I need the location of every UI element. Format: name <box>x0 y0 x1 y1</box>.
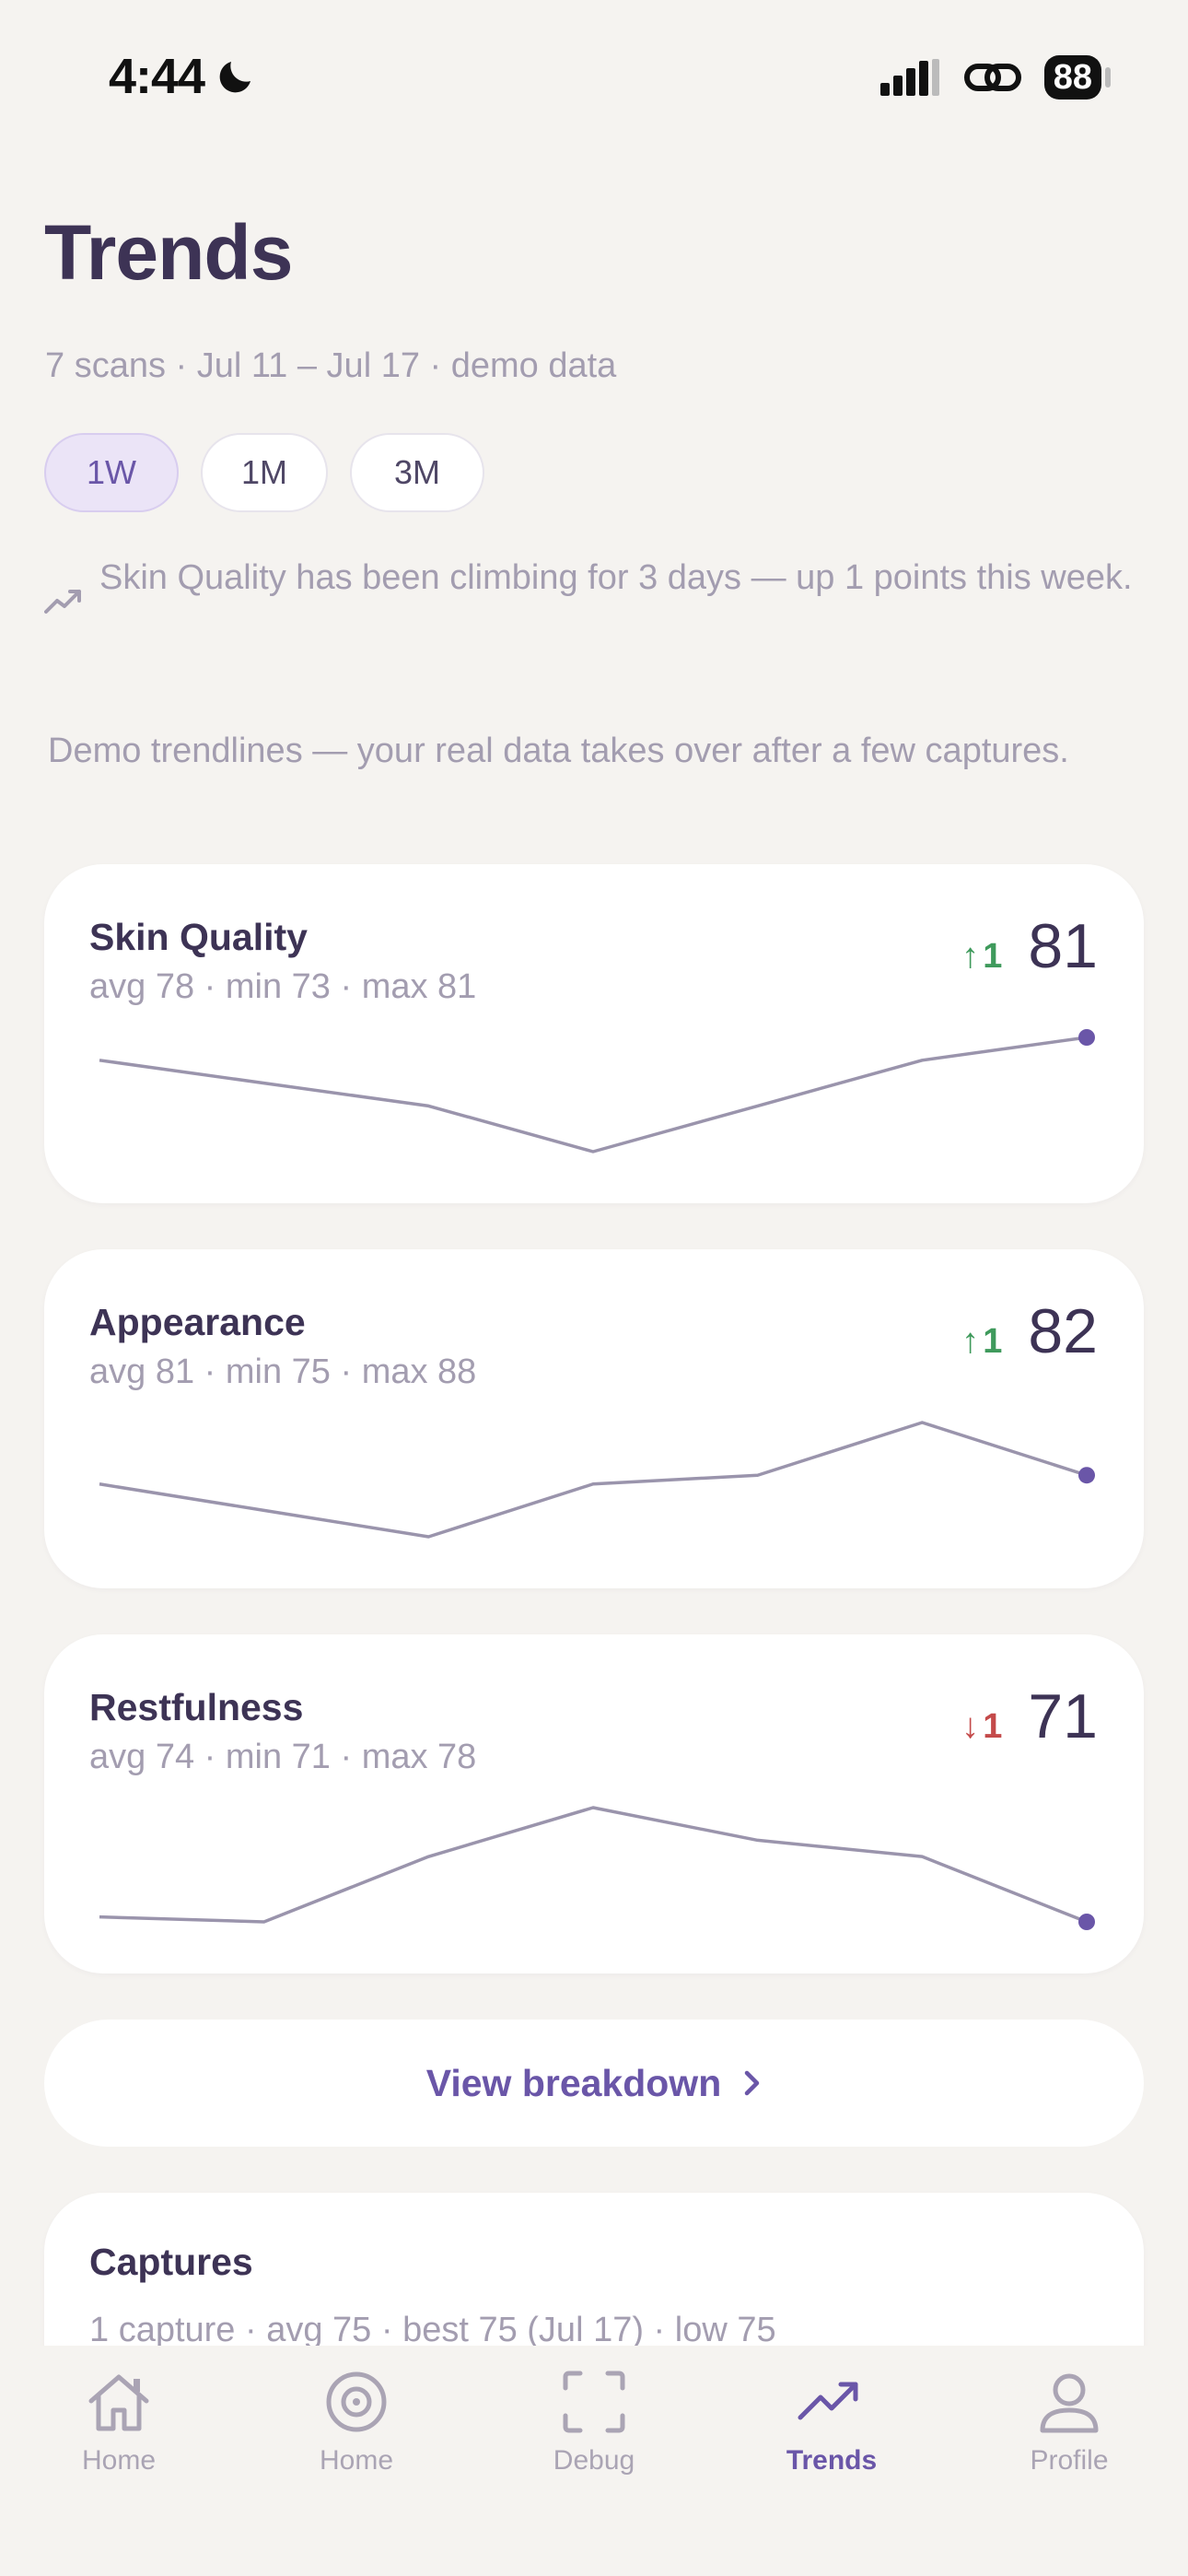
moon-icon <box>219 62 251 93</box>
status-time: 4:44 <box>109 48 258 105</box>
tab-profile[interactable]: Profile <box>950 2346 1188 2576</box>
tab-label: Home <box>319 2445 394 2476</box>
metric-card-restfulness[interactable]: Restfulness avg 74 · min 71 · max 78 ↓ 1 … <box>44 1634 1144 1973</box>
scan-frame-icon <box>563 2371 625 2433</box>
tab-label: Trends <box>786 2445 878 2476</box>
tab-trends[interactable]: Trends <box>713 2346 950 2576</box>
range-1m-button[interactable]: 1M <box>201 433 328 512</box>
trend-insight: Skin Quality has been climbing for 3 day… <box>44 556 1140 615</box>
range-1w-button[interactable]: 1W <box>44 433 179 512</box>
tab-home[interactable]: Home <box>0 2346 238 2576</box>
house-icon <box>88 2374 149 2431</box>
link-icon <box>963 64 1021 91</box>
battery-level: 88 <box>1043 55 1101 100</box>
tab-bar: Home Home Debug Trends Profile <box>0 2346 1188 2576</box>
page-title: Trends <box>44 209 293 296</box>
person-icon <box>1040 2373 1099 2433</box>
insight-text: Skin Quality has been climbing for 3 day… <box>99 558 1133 597</box>
sparkline <box>99 1806 1095 1930</box>
captures-title: Captures <box>89 2241 253 2283</box>
trend-line <box>99 1806 1088 1924</box>
tab-debug[interactable]: Debug <box>475 2346 713 2576</box>
chevron-right-icon <box>745 2070 760 2096</box>
metric-card-skin-quality[interactable]: Skin Quality avg 78 · min 73 · max 81 ↑ 1… <box>44 864 1144 1203</box>
target-icon <box>326 2371 387 2432</box>
range-3m-button[interactable]: 3M <box>350 433 484 512</box>
status-time-text: 4:44 <box>109 49 205 104</box>
trend-line <box>99 1421 1088 1539</box>
sparkline <box>99 1029 1095 1153</box>
charging-icon <box>1105 67 1111 88</box>
captures-stats: 1 capture · avg 75 · best 75 (Jul 17) · … <box>89 2311 776 2349</box>
tab-home-target[interactable]: Home <box>238 2346 475 2576</box>
signal-icon <box>879 59 939 96</box>
page-subtitle: 7 scans · Jul 11 – Jul 17 · demo data <box>45 346 617 385</box>
latest-point <box>1078 1029 1095 1046</box>
trends-screen: 4:44 88 Trends 7 scans · Jul 11 – Jul 17… <box>0 0 1188 2576</box>
tab-label: Profile <box>1030 2445 1109 2476</box>
view-breakdown-button[interactable]: View breakdown <box>44 2020 1144 2147</box>
tab-label: Home <box>81 2445 157 2476</box>
metric-card-appearance[interactable]: Appearance avg 81 · min 75 · max 88 ↑ 1 8… <box>44 1249 1144 1588</box>
latest-point <box>1078 1467 1095 1484</box>
status-indicators: 88 <box>879 55 1114 100</box>
tab-label: Debug <box>553 2445 635 2476</box>
view-breakdown-label: View breakdown <box>425 2061 722 2104</box>
sparkline <box>99 1421 1095 1539</box>
battery-indicator: 88 <box>1043 55 1114 100</box>
trend-up-icon <box>44 590 81 614</box>
latest-point <box>1078 1914 1095 1930</box>
demo-note: Demo trendlines — your real data takes o… <box>48 732 1069 770</box>
range-selector: 1W 1M 3M <box>44 433 484 512</box>
trend-icon <box>798 2382 858 2420</box>
trend-line <box>99 1036 1088 1153</box>
